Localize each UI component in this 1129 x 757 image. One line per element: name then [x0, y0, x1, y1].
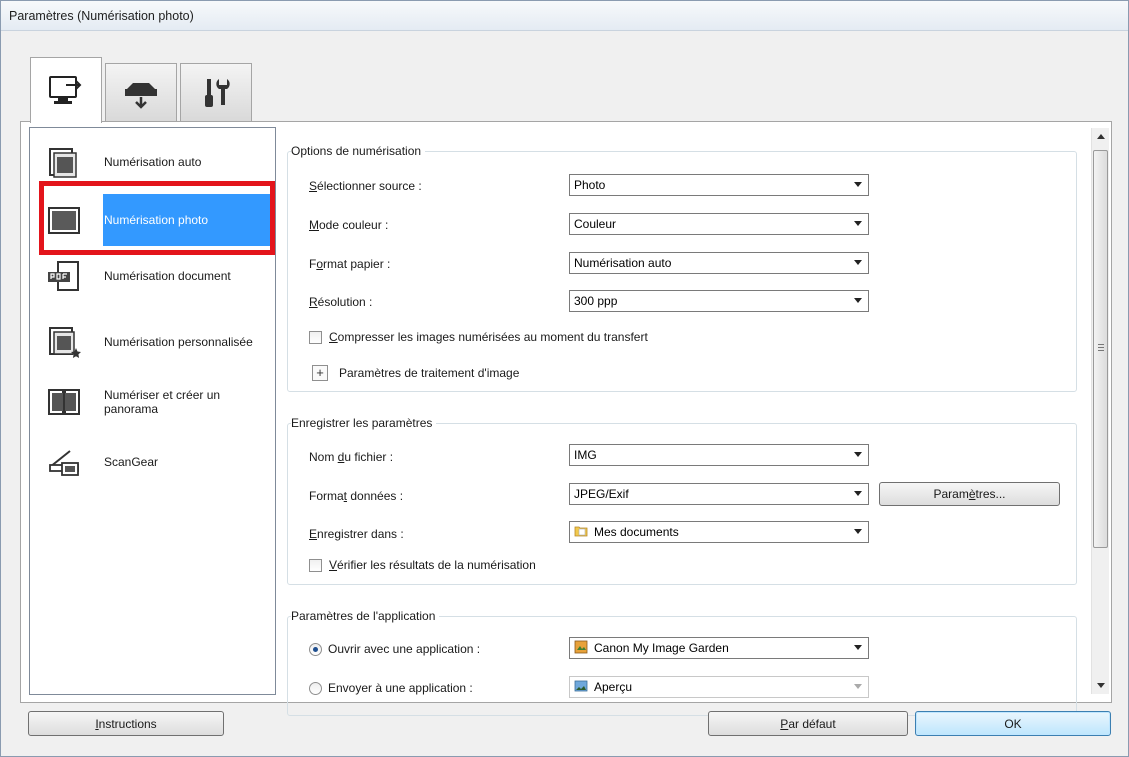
list-item-photo-scan[interactable]: Numérisation photo [30, 194, 275, 246]
scroll-up-arrow-icon[interactable] [1092, 128, 1109, 145]
pdf-document-scan-icon [44, 256, 84, 296]
source-select[interactable]: Photo [569, 174, 869, 196]
send-to-app-select[interactable]: Aperçu [569, 676, 869, 698]
scanner-icon [121, 75, 161, 111]
app-settings-group [287, 616, 1077, 716]
list-item-document-scan[interactable]: Numérisation document [30, 256, 275, 296]
compress-checkbox[interactable] [309, 331, 322, 344]
save-in-select[interactable]: Mes documents [569, 521, 869, 543]
scan-options-title: Options de numérisation [291, 144, 426, 158]
image-garden-icon [574, 640, 588, 657]
scrollbar-thumb[interactable] [1093, 150, 1108, 548]
instructions-button[interactable]: Instructions [28, 711, 224, 736]
open-with-app-label[interactable]: Ouvrir avec une application : [328, 642, 480, 656]
file-name-input[interactable]: IMG [569, 444, 869, 466]
color-mode-select[interactable]: Couleur [569, 213, 869, 235]
auto-scan-icon [44, 142, 84, 182]
resolution-select[interactable]: 300 ppp [569, 290, 869, 312]
expand-image-processing-button[interactable]: + [312, 365, 328, 381]
chevron-down-icon [854, 221, 862, 226]
scan-mode-list[interactable]: Numérisation auto Numérisation photo Num… [29, 127, 276, 695]
scangear-icon [44, 442, 84, 482]
check-results-checkbox[interactable] [309, 559, 322, 572]
list-item-label: ScanGear [104, 455, 159, 469]
window-title: Paramètres (Numérisation photo) [9, 9, 194, 23]
defaults-button[interactable]: Par défaut [708, 711, 908, 736]
file-name-label: Nom du fichier : [309, 450, 394, 464]
chevron-down-icon [854, 182, 862, 187]
list-item-auto-scan[interactable]: Numérisation auto [30, 142, 275, 182]
chevron-down-icon [854, 529, 862, 534]
save-settings-title: Enregistrer les paramètres [291, 416, 437, 430]
tab-scan-from-operation-panel[interactable] [105, 63, 177, 121]
list-item-scangear[interactable]: ScanGear [30, 442, 275, 482]
list-item-label: Numérisation auto [104, 155, 202, 169]
computer-scan-icon [46, 73, 86, 109]
app-settings-title: Paramètres de l'application [291, 609, 440, 623]
vertical-scrollbar[interactable] [1091, 128, 1109, 694]
grip-icon [1098, 344, 1104, 351]
paper-size-select[interactable]: Numérisation auto [569, 252, 869, 274]
list-item-stitch-scan[interactable]: Numériser et créer un panorama [30, 380, 275, 424]
color-mode-label: Mode couleur : [309, 218, 389, 232]
list-item-label: Numérisation photo [104, 213, 209, 227]
send-to-app-label[interactable]: Envoyer à une application : [328, 681, 473, 695]
data-format-select[interactable]: JPEG/Exif [569, 483, 869, 505]
settings-pane: Options de numérisation Sélectionner sou… [277, 128, 1091, 716]
chevron-down-icon [854, 452, 862, 457]
chevron-down-icon [854, 260, 862, 265]
chevron-down-icon [854, 684, 862, 689]
check-results-label[interactable]: Vérifier les résultats de la numérisatio… [329, 558, 536, 572]
list-item-label: Numériser et créer un panorama [104, 388, 221, 416]
list-item-label: Numérisation document [104, 269, 231, 283]
save-in-label: Enregistrer dans : [309, 527, 404, 541]
stitch-scan-icon [44, 382, 84, 422]
photo-scan-icon [44, 200, 84, 240]
tools-icon [196, 75, 236, 111]
custom-scan-icon [44, 322, 84, 362]
chevron-down-icon [854, 491, 862, 496]
chevron-down-icon [854, 645, 862, 650]
tab-general-settings[interactable] [180, 63, 252, 121]
folder-icon [574, 524, 588, 541]
paper-size-label: Format papier : [309, 257, 391, 271]
image-processing-label[interactable]: Paramètres de traitement d'image [339, 366, 519, 380]
data-format-label: Format données : [309, 489, 404, 503]
resolution-label: Résolution : [309, 295, 373, 309]
ok-button[interactable]: OK [915, 711, 1111, 736]
send-to-app-radio[interactable] [309, 682, 322, 695]
open-with-app-select[interactable]: Canon My Image Garden [569, 637, 869, 659]
list-item-label: Numérisation personnalisée [104, 335, 253, 349]
title-bar: Paramètres (Numérisation photo) [1, 1, 1128, 31]
scroll-down-arrow-icon[interactable] [1092, 677, 1109, 694]
data-format-settings-button[interactable]: Param è tres... [879, 482, 1060, 506]
source-label: Sélectionner source : [309, 179, 422, 193]
tab-scan-from-computer[interactable] [30, 57, 102, 123]
settings-dialog: Paramètres (Numérisation photo) Numérisa… [0, 0, 1129, 757]
open-with-app-radio[interactable] [309, 643, 322, 656]
compress-label[interactable]: Compresser les images numérisées au mome… [329, 330, 648, 344]
preview-app-icon [574, 679, 588, 696]
list-item-custom-scan[interactable]: Numérisation personnalisée [30, 320, 275, 364]
chevron-down-icon [854, 298, 862, 303]
